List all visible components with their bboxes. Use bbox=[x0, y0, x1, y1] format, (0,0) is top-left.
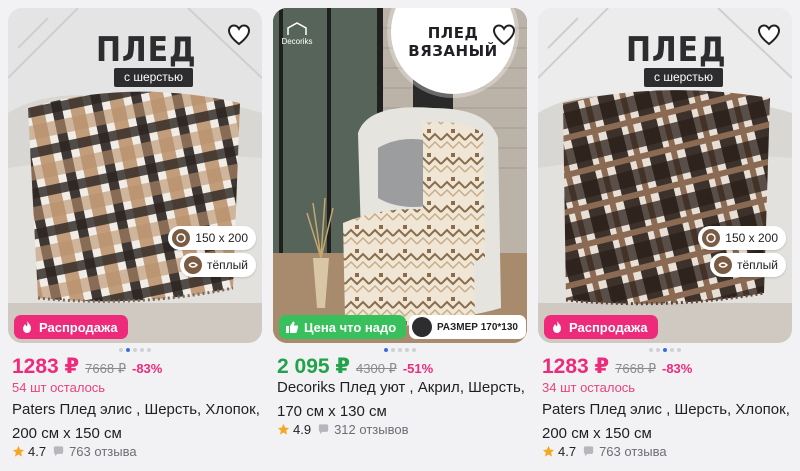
stock-left: 34 шт осталось bbox=[542, 380, 636, 395]
product-card[interactable]: ПЛЕД с шерстью 150 x 200 тёплый Распрода… bbox=[538, 0, 792, 471]
sale-badge-label: Распродажа bbox=[569, 319, 648, 335]
ruler-icon bbox=[172, 229, 191, 247]
feature-warm-label: тёплый bbox=[737, 258, 778, 272]
reviews-count: 763 отзыва bbox=[69, 444, 137, 459]
speech-bubble-icon bbox=[53, 446, 64, 457]
reviews[interactable]: 763 отзыва bbox=[582, 444, 667, 459]
thumbs-up-icon bbox=[286, 321, 299, 333]
rating-value: 4.9 bbox=[293, 422, 312, 437]
flame-icon bbox=[553, 321, 561, 333]
carousel-dot[interactable] bbox=[670, 348, 674, 352]
sale-badge[interactable]: Распродажа bbox=[544, 315, 658, 339]
heart-outline-icon[interactable] bbox=[756, 22, 782, 48]
banner-subtitle: с шерстью bbox=[114, 68, 194, 87]
rating: 4.9 bbox=[277, 422, 311, 437]
reviews-count: 763 отзыва bbox=[599, 444, 667, 459]
feature-chip-size: 150 x 200 bbox=[168, 226, 256, 250]
product-title[interactable]: Decoriks Плед уют , Акрил, Шерсть, 170 с… bbox=[277, 376, 525, 424]
carousel-dot[interactable] bbox=[405, 348, 409, 352]
discount-percent: -83% bbox=[131, 361, 163, 376]
reviews[interactable]: 312 отзывов bbox=[317, 422, 408, 437]
carousel-dot-active[interactable] bbox=[384, 348, 388, 352]
house-icon bbox=[287, 22, 307, 35]
carousel-dot-active[interactable] bbox=[126, 348, 130, 352]
banner-subtitle: с шерстью bbox=[644, 68, 724, 87]
old-price: 4300 ₽ bbox=[356, 361, 397, 376]
product-card[interactable]: Decoriks ПЛЕД ВЯЗАНЫЙ Цена что надо РАЗМ… bbox=[273, 0, 527, 471]
product-title[interactable]: Paters Плед элис , Шерсть, Хлопок, 200 с… bbox=[12, 398, 260, 446]
carousel-dot-active[interactable] bbox=[663, 348, 667, 352]
price-row: 1283 ₽ 7668 ₽ -83% bbox=[12, 354, 162, 379]
feature-chip-warm: тёплый bbox=[710, 253, 786, 277]
star-icon bbox=[542, 445, 555, 457]
size-chip: РАЗМЕР 170*130 bbox=[409, 315, 526, 339]
product-photo[interactable]: ПЛЕД с шерстью 150 x 200 тёплый Распрода… bbox=[8, 8, 262, 343]
discount-percent: -83% bbox=[661, 361, 693, 376]
carousel-dot[interactable] bbox=[412, 348, 416, 352]
carousel-dot[interactable] bbox=[119, 348, 123, 352]
size-chip-label: РАЗМЕР 170*130 bbox=[437, 321, 518, 333]
rating: 4.7 bbox=[542, 444, 576, 459]
rating-row[interactable]: 4.7 763 отзыва bbox=[12, 444, 137, 459]
feature-size-label: 150 x 200 bbox=[195, 231, 248, 245]
carousel-dot[interactable] bbox=[677, 348, 681, 352]
carousel-dot[interactable] bbox=[649, 348, 653, 352]
rating-value: 4.7 bbox=[558, 444, 577, 459]
sale-badge[interactable]: Распродажа bbox=[14, 315, 128, 339]
feature-chip-size: 150 x 200 bbox=[698, 226, 786, 250]
carousel-dot[interactable] bbox=[140, 348, 144, 352]
brand-logo-text: Decoriks bbox=[281, 37, 313, 46]
banner-title: ПЛЕД bbox=[96, 30, 197, 70]
speech-bubble-icon bbox=[318, 424, 329, 435]
product-photo[interactable]: ПЛЕД с шерстью 150 x 200 тёплый Распрода… bbox=[538, 8, 792, 343]
reviews-count: 312 отзывов bbox=[334, 422, 409, 437]
product-card[interactable]: ПЛЕД с шерстью 150 x 200 тёплый Распрода… bbox=[8, 0, 262, 471]
size-disc-icon bbox=[412, 317, 432, 337]
heart-outline-icon[interactable] bbox=[491, 22, 517, 48]
current-price: 1283 ₽ bbox=[12, 355, 80, 378]
star-icon bbox=[277, 423, 290, 435]
old-price: 7668 ₽ bbox=[85, 361, 126, 376]
star-icon bbox=[12, 445, 25, 457]
rating-row[interactable]: 4.7 763 отзыва bbox=[542, 444, 667, 459]
speech-bubble-icon bbox=[583, 446, 594, 457]
yarn-icon bbox=[714, 256, 732, 274]
discount-percent: -51% bbox=[402, 361, 434, 376]
feature-warm-label: тёплый bbox=[207, 258, 248, 272]
rating: 4.7 bbox=[12, 444, 46, 459]
sale-badge-label: Распродажа bbox=[39, 319, 118, 335]
good-price-badge[interactable]: Цена что надо bbox=[279, 315, 407, 339]
stock-left: 54 шт осталось bbox=[12, 380, 106, 395]
product-photo[interactable]: Decoriks ПЛЕД ВЯЗАНЫЙ Цена что надо РАЗМ… bbox=[273, 8, 527, 343]
good-price-label: Цена что надо bbox=[304, 319, 397, 335]
ruler-icon bbox=[702, 229, 721, 247]
product-title[interactable]: Paters Плед элис , Шерсть, Хлопок, 200 с… bbox=[542, 398, 790, 446]
old-price: 7668 ₽ bbox=[615, 361, 656, 376]
feature-size-label: 150 x 200 bbox=[725, 231, 778, 245]
carousel-dot[interactable] bbox=[147, 348, 151, 352]
yarn-icon bbox=[184, 256, 202, 274]
carousel-dot[interactable] bbox=[656, 348, 660, 352]
rating-row[interactable]: 4.9 312 отзывов bbox=[277, 422, 408, 437]
carousel-dot[interactable] bbox=[398, 348, 402, 352]
product-grid: ПЛЕД с шерстью 150 x 200 тёплый Распрода… bbox=[0, 0, 800, 471]
price-row: 1283 ₽ 7668 ₽ -83% bbox=[542, 354, 692, 379]
brand-logo: Decoriks bbox=[281, 22, 313, 46]
feature-chip-warm: тёплый bbox=[180, 253, 256, 277]
current-price: 1283 ₽ bbox=[542, 355, 610, 378]
carousel-dot[interactable] bbox=[133, 348, 137, 352]
carousel-dot[interactable] bbox=[391, 348, 395, 352]
heart-outline-icon[interactable] bbox=[226, 22, 252, 48]
reviews[interactable]: 763 отзыва bbox=[52, 444, 137, 459]
flame-icon bbox=[23, 321, 31, 333]
banner-title: ПЛЕД bbox=[626, 30, 727, 70]
rating-value: 4.7 bbox=[28, 444, 47, 459]
